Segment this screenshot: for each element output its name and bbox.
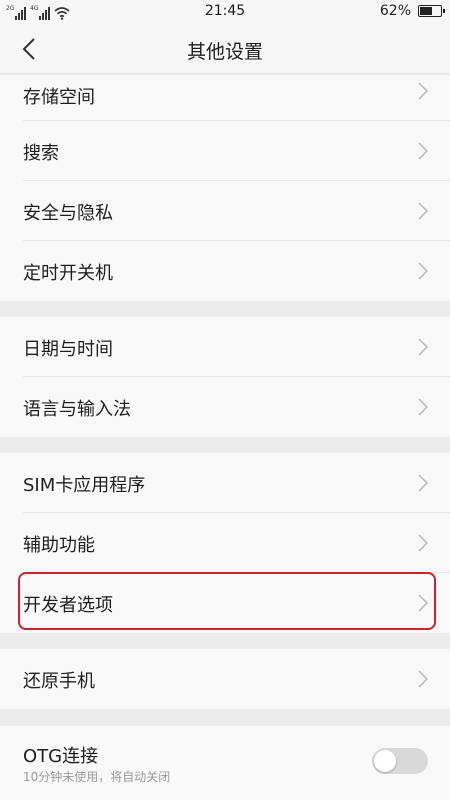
page-title: 其他设置 [186,41,263,63]
settings-item-accessibility[interactable]: 辅助功能 [0,513,450,573]
chevron-right-icon [418,82,428,100]
battery-percent: 62% [379,3,411,19]
settings-item-label: 语言与输入法 [23,399,131,420]
settings-item-sim-apps[interactable]: SIM卡应用程序 [0,453,450,513]
settings-item-label: 存储空间 [23,87,95,108]
highlight-box [18,572,436,630]
settings-item-label: SIM卡应用程序 [23,475,146,496]
settings-item-label: 搜索 [23,143,59,164]
otg-toggle[interactable] [372,748,428,774]
navigation-bar: 其他设置 [0,24,450,74]
settings-item-scheduled-power[interactable]: 定时开关机 [0,241,450,301]
chevron-right-icon [418,262,428,280]
battery-area: 62% [379,3,445,19]
chevron-right-icon [418,670,428,688]
battery-level-fill [420,7,433,15]
settings-item-security-privacy[interactable]: 安全与隐私 [0,181,450,241]
settings-item-date-time[interactable]: 日期与时间 [0,317,450,377]
settings-item-otg: OTG连接 10分钟未使用，将自动关闭 [0,726,450,800]
chevron-right-icon [418,202,428,220]
settings-item-language-input[interactable]: 语言与输入法 [0,377,450,437]
settings-item-label: 辅助功能 [23,535,95,556]
otg-subtitle: 10分钟未使用，将自动关闭 [23,770,171,784]
toggle-knob [374,750,396,772]
battery-icon [418,5,445,17]
settings-item-reset-phone[interactable]: 还原手机 [0,649,450,709]
chevron-right-icon [418,474,428,492]
chevron-right-icon [418,142,428,160]
chevron-right-icon [418,398,428,416]
otg-label: OTG连接 [23,746,99,767]
status-bar: 2G 4G 21:45 62% [0,0,450,24]
settings-item-storage[interactable]: 存储空间 [0,75,450,121]
settings-item-label: 定时开关机 [23,263,113,284]
settings-item-search[interactable]: 搜索 [0,121,450,181]
settings-item-label: 日期与时间 [23,339,113,360]
chevron-right-icon [418,534,428,552]
settings-item-label: 安全与隐私 [23,203,113,224]
chevron-right-icon [418,338,428,356]
settings-item-label: 还原手机 [23,671,95,692]
